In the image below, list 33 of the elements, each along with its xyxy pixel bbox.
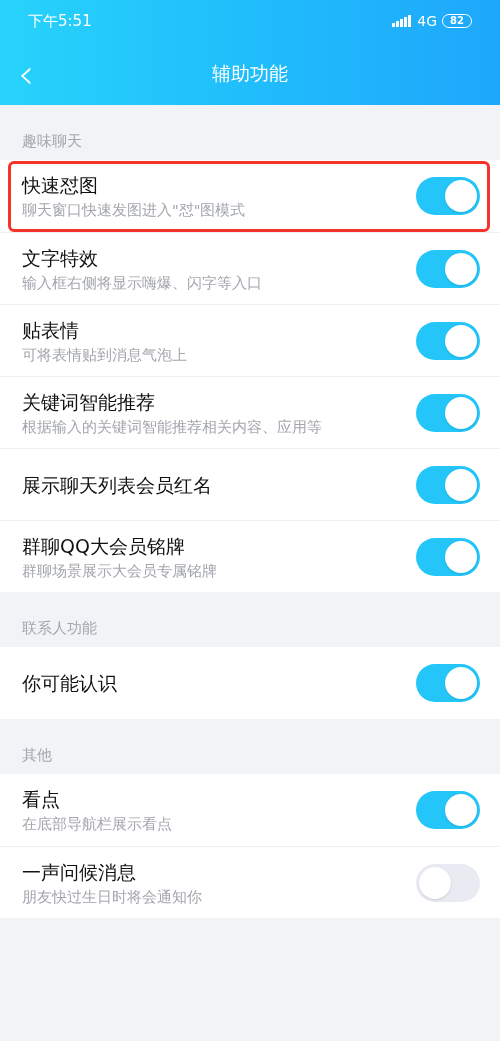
network-label: 4G bbox=[417, 11, 438, 31]
setting-description: 群聊场景展示大会员专属铭牌 bbox=[22, 561, 218, 580]
toggle-switch[interactable] bbox=[416, 393, 480, 432]
toggle-switch[interactable] bbox=[416, 321, 480, 360]
setting-title: 群聊QQ大会员铭牌 bbox=[22, 533, 186, 558]
setting-title: 看点 bbox=[22, 787, 61, 811]
setting-description: 输入框右侧将显示嗨爆、闪字等入口 bbox=[22, 273, 263, 292]
toggle-switch[interactable] bbox=[416, 249, 480, 288]
setting-description: 聊天窗口快速发图进入"怼"图模式 bbox=[22, 201, 247, 219]
setting-title: 一声问候消息 bbox=[22, 859, 137, 884]
setting-title: 关键词智能推荐 bbox=[22, 389, 156, 414]
setting-title: 你可能认识 bbox=[22, 671, 118, 695]
page-title: 辅助功能 bbox=[212, 61, 288, 87]
status-time: 下午5:51 bbox=[28, 10, 92, 32]
section-header: 其他 bbox=[22, 744, 52, 766]
section-header: 联系人功能 bbox=[22, 617, 97, 639]
toggle-switch[interactable] bbox=[416, 863, 480, 902]
section-header: 趣味聊天 bbox=[22, 130, 82, 152]
back-button[interactable]: ‹ bbox=[18, 53, 34, 94]
toggle-switch[interactable] bbox=[416, 537, 480, 576]
setting-description: 在底部导航栏展示看点 bbox=[22, 815, 173, 833]
toggle-switch[interactable] bbox=[416, 177, 480, 215]
setting-title: 展示聊天列表会员红名 bbox=[22, 472, 213, 497]
setting-description: 根据输入的关键词智能推荐相关内容、应用等 bbox=[22, 417, 323, 436]
setting-title: 文字特效 bbox=[22, 245, 99, 270]
setting-description: 可将表情贴到消息气泡上 bbox=[22, 345, 188, 364]
signal-icon bbox=[392, 15, 413, 27]
setting-title: 快速怼图 bbox=[22, 173, 99, 197]
toggle-switch[interactable] bbox=[416, 791, 480, 829]
toggle-switch[interactable] bbox=[416, 664, 480, 702]
toggle-switch[interactable] bbox=[416, 465, 480, 504]
setting-description: 朋友快过生日时将会通知你 bbox=[22, 887, 203, 906]
setting-title: 贴表情 bbox=[22, 317, 80, 342]
